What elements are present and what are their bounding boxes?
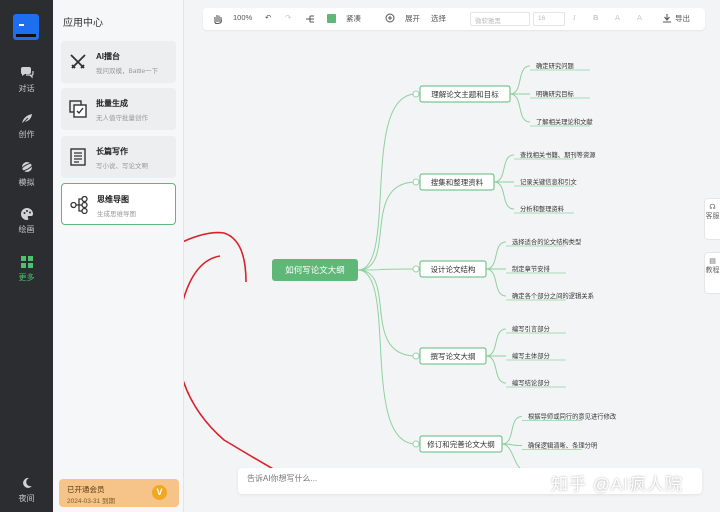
rail-label: 模拟 bbox=[18, 178, 35, 187]
customer-service-label: 客服 bbox=[705, 213, 720, 220]
membership-banner[interactable]: 已开通会员 2024-03-31 到期 V bbox=[59, 479, 179, 507]
leaf-node[interactable]: 编写结论部分 bbox=[512, 378, 550, 387]
tutorial-button[interactable]: ▤ 教程 bbox=[704, 252, 720, 294]
tutorial-label: 教程 bbox=[705, 267, 720, 274]
watermark-text: 知乎 @AI疯人院 bbox=[551, 475, 684, 494]
rail-item-create[interactable]: 创作 bbox=[0, 112, 53, 140]
card-subtitle: 写小说、写论文啊 bbox=[96, 163, 148, 170]
rail-label: 绘画 bbox=[18, 225, 35, 234]
leaf-node[interactable]: 编写引言部分 bbox=[512, 324, 550, 333]
prompt-input[interactable] bbox=[247, 474, 547, 483]
leaf-node[interactable]: 确保逻辑清晰、条理分明 bbox=[528, 441, 597, 450]
mindmap-branch-node[interactable]: 撰写论文大纲 bbox=[419, 347, 487, 365]
moon-icon bbox=[22, 477, 32, 488]
leaf-node[interactable]: 明确研究目标 bbox=[536, 89, 574, 98]
member-expiry: 2024-03-31 到期 bbox=[67, 498, 116, 505]
leaf-node[interactable]: 根据导师或同行的意见进行修改 bbox=[528, 412, 617, 421]
headset-icon: ☊ bbox=[709, 204, 716, 211]
app-card-batch[interactable]: 批量生成 无人值守批量创作 bbox=[61, 88, 176, 130]
rail-label: 对话 bbox=[18, 84, 35, 93]
night-label: 夜间 bbox=[18, 494, 35, 503]
batch-icon bbox=[69, 100, 87, 118]
vip-badge-icon: V bbox=[152, 485, 167, 500]
card-subtitle: 生成思维导图 bbox=[97, 211, 136, 218]
mindmap-root-node[interactable]: 如何写论文大纲 bbox=[272, 259, 358, 281]
chat-icon bbox=[20, 67, 34, 79]
member-status: 已开通会员 bbox=[67, 485, 105, 494]
mindmap-branch-node[interactable]: 搜集和整理资料 bbox=[419, 173, 495, 191]
card-title: 长篇写作 bbox=[96, 147, 128, 156]
branch-label: 搜集和整理资料 bbox=[431, 177, 484, 187]
collapse-toggle[interactable] bbox=[412, 440, 420, 448]
branch-label: 撰写论文大纲 bbox=[431, 351, 476, 361]
leaf-node[interactable]: 编写主体部分 bbox=[512, 351, 550, 360]
rail-item-more[interactable]: 更多 bbox=[0, 255, 53, 283]
leaf-node[interactable]: 确定研究问题 bbox=[536, 61, 574, 70]
mindmap-branch-node[interactable]: 理解论文主题和目标 bbox=[419, 85, 511, 103]
branch-label: 修订和完善论文大纲 bbox=[427, 439, 495, 449]
rail-item-paint[interactable]: 绘画 bbox=[0, 207, 53, 235]
card-title: 批量生成 bbox=[96, 99, 128, 108]
leaf-node[interactable]: 记录关键信息和引文 bbox=[520, 177, 577, 186]
leaf-node[interactable]: 确定各个部分之间的逻辑关系 bbox=[512, 291, 594, 300]
red-annotation-stroke bbox=[184, 255, 315, 493]
rail-item-chat[interactable]: 对话 bbox=[0, 66, 53, 94]
branch-label: 理解论文主题和目标 bbox=[431, 89, 499, 99]
rail-label: 更多 bbox=[18, 273, 35, 282]
branch-label: 设计论文结构 bbox=[431, 264, 476, 274]
app-card-mindmap[interactable]: 思维导图 生成思维导图 bbox=[61, 183, 176, 225]
customer-service-button[interactable]: ☊ 客服 bbox=[704, 198, 720, 240]
app-card-ai-arena[interactable]: AI擂台 我问双模，Battle一下 bbox=[61, 41, 176, 83]
app-window: 对话 创作 模拟 绘画 更多 夜间 应用中心 AI擂台 我问双模，Battle一… bbox=[0, 0, 720, 512]
sidebar-title: 应用中心 bbox=[63, 18, 103, 29]
card-subtitle: 无人值守批量创作 bbox=[96, 115, 148, 122]
rail-item-simulate[interactable]: 模拟 bbox=[0, 160, 53, 188]
rail-label: 创作 bbox=[18, 130, 35, 139]
nav-rail: 对话 创作 模拟 绘画 更多 夜间 bbox=[0, 0, 53, 512]
card-title: AI擂台 bbox=[96, 52, 120, 61]
feather-icon bbox=[20, 114, 32, 126]
planet-icon bbox=[19, 162, 34, 172]
document-icon bbox=[70, 148, 86, 166]
card-title: 思维导图 bbox=[97, 195, 129, 204]
swords-icon bbox=[70, 54, 86, 69]
leaf-node[interactable]: 选择适合的论文结构类型 bbox=[512, 237, 581, 246]
palette-icon bbox=[20, 208, 33, 220]
leaf-node[interactable]: 制定章节安排 bbox=[512, 264, 550, 273]
grid-icon bbox=[20, 256, 33, 268]
night-mode-toggle[interactable]: 夜间 bbox=[0, 476, 53, 504]
card-subtitle: 我问双模，Battle一下 bbox=[96, 68, 159, 75]
book-icon: ▤ bbox=[709, 258, 716, 265]
leaf-node[interactable]: 查找相关书籍、期刊等资源 bbox=[520, 150, 596, 159]
leaf-node[interactable]: 了解相关理论和文献 bbox=[536, 117, 593, 126]
app-center-sidebar: 应用中心 AI擂台 我问双模，Battle一下 批量生成 无人值守批量创作 长篇… bbox=[53, 0, 184, 512]
app-logo[interactable] bbox=[13, 14, 39, 40]
leaf-node[interactable]: 分析和整理资料 bbox=[520, 204, 565, 213]
mindmap-branch-node[interactable]: 修订和完善论文大纲 bbox=[419, 435, 503, 453]
mindmap-branch-node[interactable]: 设计论文结构 bbox=[419, 260, 487, 278]
app-card-long-writing[interactable]: 长篇写作 写小说、写论文啊 bbox=[61, 136, 176, 178]
collapse-toggle[interactable] bbox=[412, 178, 420, 186]
collapse-toggle[interactable] bbox=[412, 265, 420, 273]
mindmap-icon bbox=[70, 196, 88, 214]
collapse-toggle[interactable] bbox=[412, 352, 420, 360]
collapse-toggle[interactable] bbox=[412, 90, 420, 98]
mindmap-diagram: 理解论文主题和目标 确定研究问题明确研究目标了解相关理论和文献搜集和整理资料 查找相… bbox=[184, 61, 617, 493]
root-label: 如何写论文大纲 bbox=[285, 265, 345, 275]
